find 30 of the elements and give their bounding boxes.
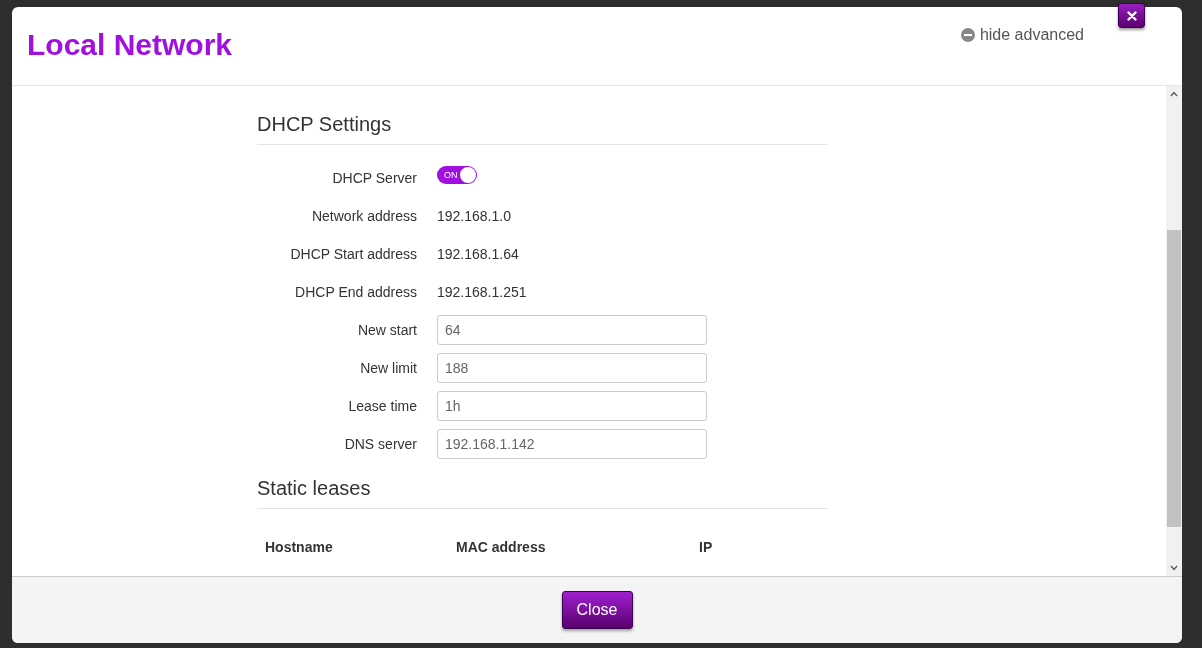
input-field[interactable]: 1h [437, 391, 707, 421]
minus-circle-icon [960, 28, 975, 42]
scroll-up-icon[interactable] [1170, 91, 1178, 97]
section-heading: Static leases [257, 477, 827, 509]
column-header: Hostname [265, 539, 334, 555]
column-header: IP [699, 539, 713, 555]
field-label: New limit [359, 360, 417, 376]
field-value: 192.168.1.64 [437, 246, 519, 262]
field-value: 192.168.1.0 [437, 208, 511, 224]
input-field[interactable]: 64 [437, 315, 707, 345]
field-label: New start [356, 322, 417, 338]
field-label: DHCP Server [331, 170, 417, 186]
close-button[interactable] [1118, 3, 1145, 28]
field-label: Lease time [347, 398, 417, 414]
field-label: DHCP End address [294, 284, 417, 300]
column-header: MAC address [456, 539, 547, 555]
toggle-switch[interactable]: ON [437, 166, 477, 184]
field-value: 192.168.1.251 [437, 284, 527, 300]
input-field[interactable]: 192.168.1.142 [437, 429, 707, 459]
scroll-down-icon[interactable] [1170, 565, 1178, 571]
hide-advanced-link[interactable]: hide advanced [960, 26, 1084, 44]
section-heading: DHCP Settings [257, 113, 827, 145]
dialog-title: Local Network [27, 28, 233, 63]
close-button[interactable]: Close [561, 591, 633, 629]
close-icon [1126, 10, 1137, 21]
scrollbar[interactable] [1166, 86, 1182, 576]
field-label: Network address [310, 208, 417, 224]
input-field[interactable]: 188 [437, 353, 707, 383]
field-label: DNS server [343, 436, 417, 452]
field-label: DHCP Start address [289, 246, 417, 262]
